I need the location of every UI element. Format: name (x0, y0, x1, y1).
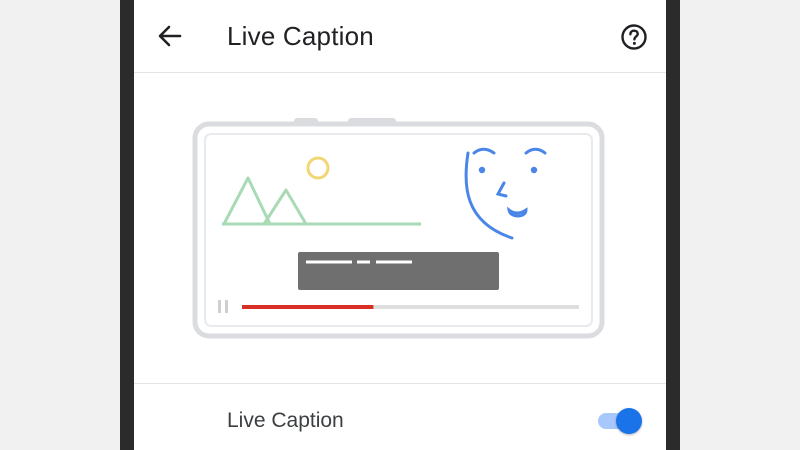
phone-display (204, 133, 593, 327)
live-caption-toggle[interactable] (596, 407, 644, 434)
face-eye-right (530, 166, 538, 174)
back-button[interactable] (154, 20, 186, 52)
live-caption-illustration (192, 118, 605, 339)
progress-played (242, 305, 374, 309)
toggle-thumb (616, 408, 642, 434)
setting-row-live-caption[interactable]: Live Caption (134, 384, 666, 450)
device-bezel-right (666, 0, 680, 450)
app-bar: Live Caption (134, 0, 666, 73)
caption-box (298, 252, 499, 290)
device-bezel-left (120, 0, 134, 450)
arrow-back-icon (158, 25, 182, 47)
pause-icon-bar (218, 300, 221, 313)
help-circle-icon (621, 24, 647, 50)
help-button[interactable] (619, 22, 649, 52)
pause-icon-bar (225, 300, 228, 313)
page-title: Live Caption (227, 21, 374, 51)
setting-label: Live Caption (227, 409, 344, 432)
face-eye-left (478, 166, 486, 174)
settings-screen: Live Caption Live Caption (134, 0, 666, 450)
